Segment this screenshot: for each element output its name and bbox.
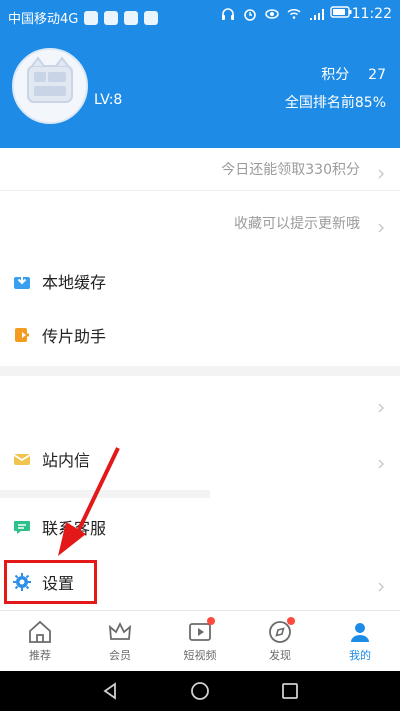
chevron-right-icon bbox=[376, 218, 386, 233]
rank-text: 全国排名前85% bbox=[284, 95, 386, 111]
back-icon[interactable] bbox=[100, 681, 120, 701]
video-icon bbox=[187, 617, 215, 645]
local-cache-label: 本地缓存 bbox=[42, 273, 107, 292]
claim-points-row[interactable]: 今日还能领取330积分 bbox=[0, 148, 400, 190]
bottom-nav: 推荐 会员 短视频 发现 我的 bbox=[0, 610, 400, 671]
crown-icon bbox=[107, 619, 133, 645]
eye-icon bbox=[264, 6, 280, 22]
nav-item-mine[interactable]: 我的 bbox=[320, 611, 400, 671]
local-cache-row[interactable]: 本地缓存 bbox=[0, 256, 400, 306]
divider bbox=[0, 190, 400, 191]
favorite-hint-text: 收藏可以提示更新哦 bbox=[234, 216, 360, 232]
status-right: 11:22 bbox=[220, 6, 392, 22]
claim-points-text: 今日还能领取330积分 bbox=[221, 162, 360, 178]
points-label: 积分 bbox=[321, 67, 350, 83]
compass-icon bbox=[267, 617, 295, 645]
notification-dot bbox=[287, 617, 295, 625]
battery-icon bbox=[329, 6, 352, 22]
recents-icon[interactable] bbox=[280, 681, 300, 701]
chevron-right-icon bbox=[376, 577, 386, 592]
messages-row[interactable]: 站内信 bbox=[0, 434, 400, 484]
nav-item-discover[interactable]: 发现 bbox=[240, 611, 320, 671]
android-nav-bar bbox=[0, 671, 400, 711]
nav-label: 短视频 bbox=[183, 649, 217, 662]
chevron-right-icon bbox=[376, 398, 386, 413]
chat-icon bbox=[12, 517, 32, 537]
app-icon bbox=[144, 10, 159, 25]
headphones-icon bbox=[220, 6, 236, 22]
points-value: 27 bbox=[368, 67, 386, 83]
nav-label: 会员 bbox=[109, 649, 131, 662]
wifi-icon bbox=[286, 6, 302, 22]
nav-label: 我的 bbox=[349, 649, 371, 662]
contact-support-row[interactable]: 联系客服 bbox=[0, 502, 400, 552]
chevron-right-icon bbox=[376, 454, 386, 469]
upload-helper-icon bbox=[12, 325, 32, 345]
nav-item-short-video[interactable]: 短视频 bbox=[160, 611, 240, 671]
nav-label: 发现 bbox=[269, 649, 291, 662]
status-time: 11:22 bbox=[351, 6, 392, 22]
status-left: 中国移动4G bbox=[8, 8, 159, 27]
screen: 中国移动4G 11:22 LV:8 积分 27 全国排名前85% 今日还能领取3… bbox=[0, 0, 400, 711]
app-icon bbox=[124, 10, 139, 25]
home-icon bbox=[27, 619, 53, 645]
profile-header[interactable]: LV:8 积分 27 全国排名前85% bbox=[0, 32, 400, 148]
user-icon bbox=[347, 619, 373, 645]
home-circle-icon[interactable] bbox=[190, 681, 210, 701]
nav-item-recommend[interactable]: 推荐 bbox=[0, 611, 80, 671]
nav-label: 推荐 bbox=[29, 649, 51, 662]
alarm-icon bbox=[242, 6, 258, 22]
highlight-box bbox=[4, 560, 97, 604]
blank-row[interactable] bbox=[0, 380, 400, 426]
download-icon bbox=[12, 271, 32, 291]
messages-label: 站内信 bbox=[42, 451, 91, 470]
section-separator bbox=[0, 490, 210, 498]
favorite-hint-row[interactable]: 收藏可以提示更新哦 bbox=[0, 200, 400, 246]
nav-item-member[interactable]: 会员 bbox=[80, 611, 160, 671]
points-summary: 积分 27 bbox=[321, 64, 386, 84]
notification-dot bbox=[207, 617, 215, 625]
upload-helper-label: 传片助手 bbox=[42, 327, 107, 346]
signal-icon bbox=[308, 6, 324, 22]
carrier-text: 中国移动4G bbox=[8, 12, 79, 27]
avatar[interactable] bbox=[12, 48, 88, 124]
status-bar: 中国移动4G 11:22 bbox=[0, 0, 400, 32]
mail-icon bbox=[12, 449, 32, 469]
upload-helper-row[interactable]: 传片助手 bbox=[0, 310, 400, 360]
chevron-right-icon bbox=[376, 164, 386, 179]
contact-support-label: 联系客服 bbox=[42, 519, 107, 538]
app-icon bbox=[104, 10, 119, 25]
section-separator bbox=[0, 366, 400, 376]
avatar-placeholder-icon bbox=[27, 56, 73, 103]
level-text: LV:8 bbox=[94, 92, 123, 108]
sim-icon bbox=[84, 10, 99, 25]
